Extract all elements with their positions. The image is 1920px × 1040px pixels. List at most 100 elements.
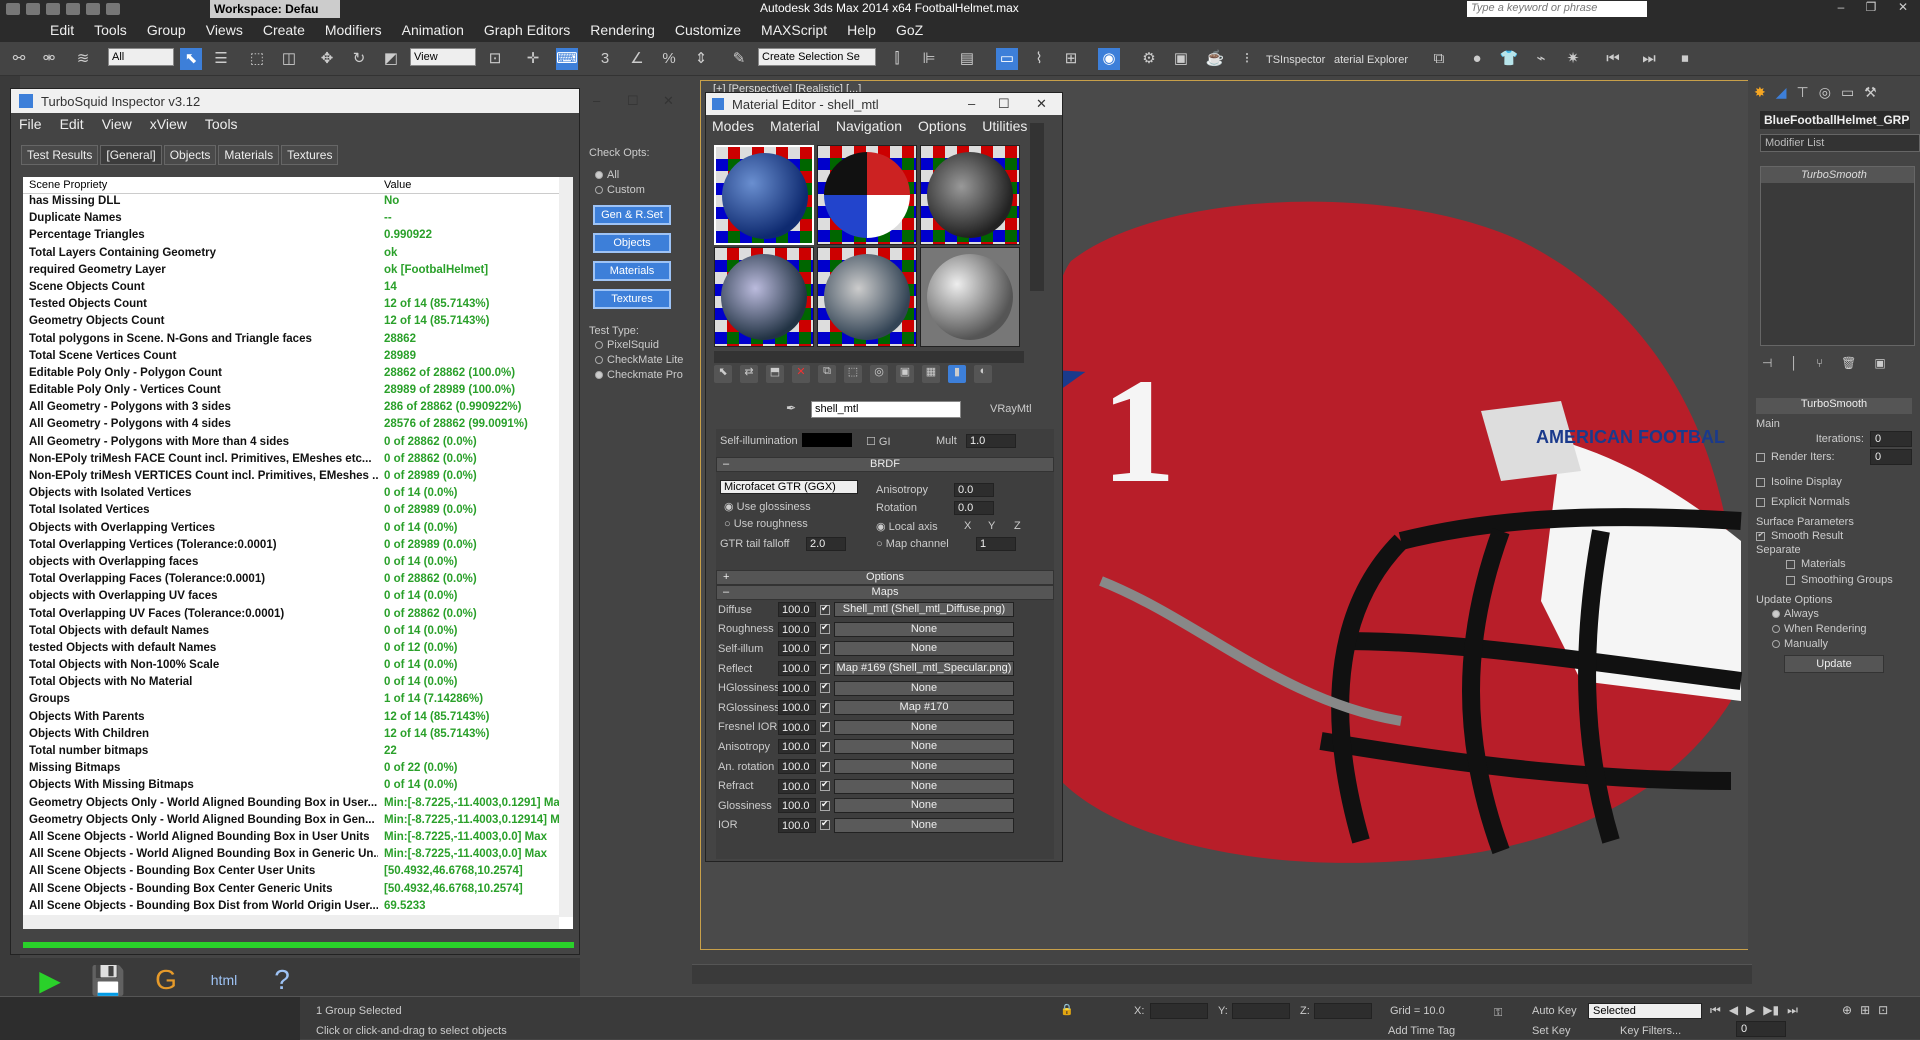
table-row[interactable]: Total Overlapping Faces (Tolerance:0.000… — [23, 572, 573, 589]
map-slot-button[interactable]: None — [834, 739, 1014, 755]
key-mode-dropdown[interactable]: Selected — [1588, 1003, 1702, 1019]
next-frame-icon[interactable]: ▶▮ — [1763, 1003, 1779, 1018]
material-slot[interactable] — [817, 145, 917, 245]
scale-icon[interactable]: ◩ — [380, 48, 402, 70]
put-to-scene-icon[interactable]: ⇄ — [740, 365, 758, 383]
map-enable-checkbox[interactable] — [820, 818, 830, 831]
edit-named-sel-icon[interactable]: ✎ — [728, 48, 750, 70]
table-row[interactable]: Missing Bitmaps 0 of 22 (0.0%) — [23, 761, 573, 778]
tab-materials[interactable]: Materials — [218, 145, 280, 165]
material-id-icon[interactable]: ◎ — [870, 365, 888, 383]
rect-region-icon[interactable]: ⬚ — [246, 48, 268, 70]
map-amount-spinner[interactable]: 100.0 — [778, 798, 816, 814]
col-property-header[interactable]: Scene Propriety — [23, 177, 378, 193]
property-table[interactable]: Scene Propriety Value has Missing DLL No D… — [23, 177, 573, 929]
inspector-menu-xview[interactable]: xView — [150, 116, 187, 132]
mult-spinner[interactable]: 1.0 — [966, 434, 1016, 448]
render-frame-icon[interactable]: ▣ — [1170, 48, 1192, 70]
map-channel-radio[interactable]: ○ Map channel — [876, 538, 949, 550]
map-amount-spinner[interactable]: 100.0 — [778, 661, 816, 677]
table-row[interactable]: Scene Objects Count 14 — [23, 280, 573, 297]
shirt-icon[interactable]: 👕 — [1498, 48, 1520, 70]
table-row[interactable]: Total Objects with default Names 0 of 14 … — [23, 624, 573, 641]
update-always-radio[interactable]: Always — [1762, 606, 1912, 621]
help-icon[interactable]: ? — [262, 960, 302, 1000]
gen-rset-button[interactable]: Gen & R.Set — [593, 205, 671, 225]
map-slot-button[interactable]: None — [834, 759, 1014, 775]
undo-icon[interactable] — [86, 3, 100, 15]
inspector-maximize-icon[interactable]: ☐ — [627, 93, 639, 109]
curve-editor-icon[interactable]: ⌇ — [1028, 48, 1050, 70]
local-axis-radio[interactable]: ◉ Local axis — [876, 520, 938, 533]
menu-views[interactable]: Views — [206, 22, 243, 38]
table-row[interactable]: Tested Objects Count 12 of 14 (85.7143%) — [23, 297, 573, 314]
film-prev-icon[interactable]: ⏮ — [1602, 48, 1624, 70]
map-amount-spinner[interactable]: 100.0 — [778, 700, 816, 716]
test-type-checkmate-pro-radio[interactable]: Checkmate Pro — [595, 367, 684, 382]
table-row[interactable]: Groups 1 of 14 (7.14286%) — [23, 692, 573, 709]
show-shaded-icon[interactable]: ▣ — [896, 365, 914, 383]
menu-modifiers[interactable]: Modifiers — [325, 22, 382, 38]
table-row[interactable]: Total polygons in Scene. N-Gons and Tria… — [23, 332, 573, 349]
axis-y-button[interactable]: Y — [988, 520, 995, 532]
manipulate-icon[interactable]: ✛ — [522, 48, 544, 70]
med-menu-options[interactable]: Options — [918, 118, 966, 134]
axis-z-button[interactable]: Z — [1014, 520, 1021, 532]
material-slot[interactable] — [714, 247, 814, 347]
separate-smoothing-checkbox[interactable]: Smoothing Groups — [1756, 572, 1912, 588]
table-vertical-scrollbar[interactable] — [559, 177, 573, 917]
table-row[interactable]: All Geometry - Polygons with 3 sides 286 … — [23, 400, 573, 417]
brdf-type-dropdown[interactable]: Microfacet GTR (GGX) — [720, 480, 858, 494]
map-enable-checkbox[interactable] — [820, 779, 830, 792]
update-manually-radio[interactable]: Manually — [1762, 636, 1912, 651]
self-illum-swatch[interactable] — [802, 433, 852, 447]
gi-checkbox[interactable]: ☐ GI — [866, 435, 891, 448]
save-icon[interactable] — [66, 3, 80, 15]
table-row[interactable]: Total Objects with Non-100% Scale 0 of 14… — [23, 658, 573, 675]
display-tab-icon[interactable]: ▭ — [1841, 84, 1854, 104]
menu-create[interactable]: Create — [263, 22, 305, 38]
table-row[interactable]: Duplicate Names -- — [23, 211, 573, 228]
bind-spacewarp-icon[interactable]: ≋ — [72, 48, 94, 70]
open-icon[interactable] — [46, 3, 60, 15]
table-row[interactable]: All Scene Objects - Bounding Box Center … — [23, 882, 573, 899]
table-row[interactable]: Objects With Children 12 of 14 (85.7143%) — [23, 727, 573, 744]
redo-icon[interactable] — [106, 3, 120, 15]
map-slot-button[interactable]: Map #169 (Shell_mtl_Specular.png) — [834, 661, 1014, 677]
rotate-icon[interactable]: ↻ — [348, 48, 370, 70]
material-slot[interactable] — [817, 247, 917, 347]
table-horizontal-scrollbar[interactable] — [23, 915, 559, 929]
x-coordinate-field[interactable] — [1150, 1003, 1208, 1019]
schematic-icon[interactable]: ⊞ — [1060, 48, 1082, 70]
menu-graph-editors[interactable]: Graph Editors — [484, 22, 570, 38]
go-to-parent-icon[interactable]: ▮ — [948, 365, 966, 383]
table-row[interactable]: Total Isolated Vertices 0 of 28989 (0.0%) — [23, 503, 573, 520]
ts-inspector-button[interactable]: TSInspector — [1266, 54, 1325, 66]
table-row[interactable]: All Scene Objects - World Aligned Boundi… — [23, 847, 573, 864]
ref-coord-dropdown[interactable]: View — [410, 48, 476, 66]
smooth-result-checkbox[interactable]: Smooth Result — [1756, 528, 1912, 544]
pivot-icon[interactable]: ⊡ — [484, 48, 506, 70]
snap-icon[interactable]: 3 — [594, 48, 616, 70]
table-row[interactable]: Total Overlapping Vertices (Tolerance:0.… — [23, 538, 573, 555]
goto-start-icon[interactable]: ⏮ — [1710, 1003, 1721, 1018]
sparkle-icon[interactable]: ✷ — [1562, 48, 1584, 70]
menu-rendering[interactable]: Rendering — [590, 22, 655, 38]
lock-selection-icon[interactable]: 🔒 — [1060, 1003, 1074, 1016]
map-enable-checkbox[interactable] — [820, 681, 830, 694]
check-all-radio[interactable]: All — [595, 167, 684, 182]
named-selection-dropdown[interactable]: Create Selection Se — [758, 48, 876, 66]
keyboard-shortcut-icon[interactable]: ⌨ — [556, 48, 578, 70]
material-slot[interactable] — [714, 145, 814, 245]
gallery-icon[interactable]: G — [146, 960, 186, 1000]
select-object-icon[interactable]: ⬉ — [180, 48, 202, 70]
film-next-icon[interactable]: ⏭ — [1638, 48, 1660, 70]
isoline-checkbox[interactable]: Isoline Display — [1756, 474, 1912, 490]
new-icon[interactable] — [26, 3, 40, 15]
motion-tab-icon[interactable]: ◎ — [1819, 84, 1831, 104]
anisotropy-spinner[interactable]: 0.0 — [954, 483, 994, 497]
table-row[interactable]: objects with Overlapping faces 0 of 14 (0… — [23, 555, 573, 572]
map-slot-button[interactable]: None — [834, 817, 1014, 833]
selection-filter-dropdown[interactable]: All — [108, 48, 174, 66]
assign-material-icon[interactable]: ⬒ — [766, 365, 784, 383]
